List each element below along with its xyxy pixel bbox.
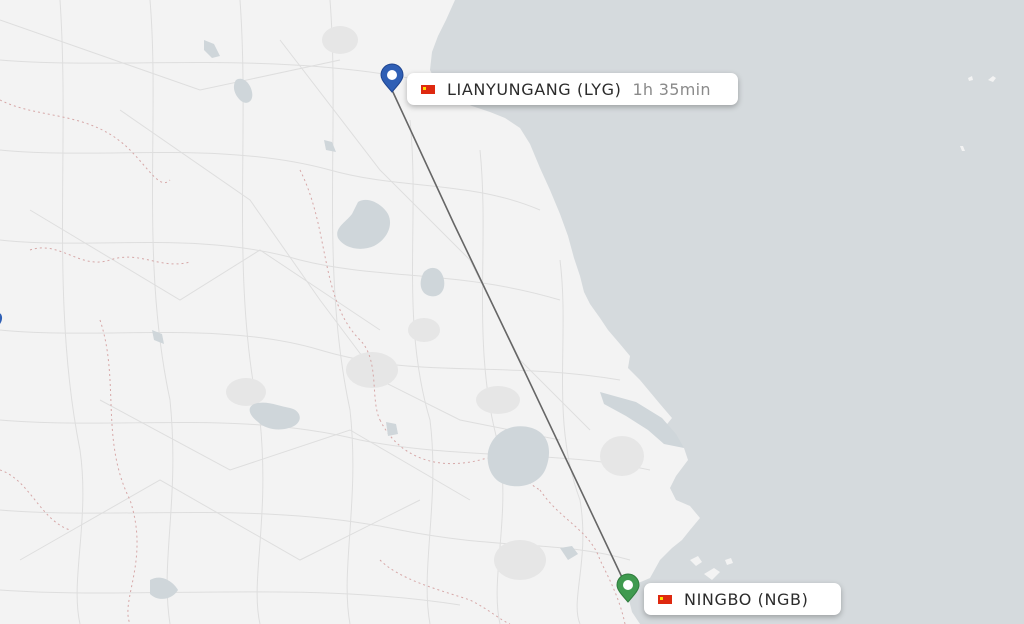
- destination-airport-label[interactable]: NINGBO (NGB): [644, 583, 841, 615]
- origin-airport-name: LIANYUNGANG (LYG): [447, 79, 622, 99]
- china-flag-icon: [421, 84, 435, 94]
- flight-duration: 1h 35min: [632, 79, 711, 99]
- destination-airport-name: NINGBO (NGB): [684, 589, 809, 609]
- china-flag-icon: [658, 594, 672, 604]
- origin-airport-label[interactable]: LIANYUNGANG (LYG) 1h 35min: [407, 73, 738, 105]
- lake-gaoyou: [420, 267, 445, 297]
